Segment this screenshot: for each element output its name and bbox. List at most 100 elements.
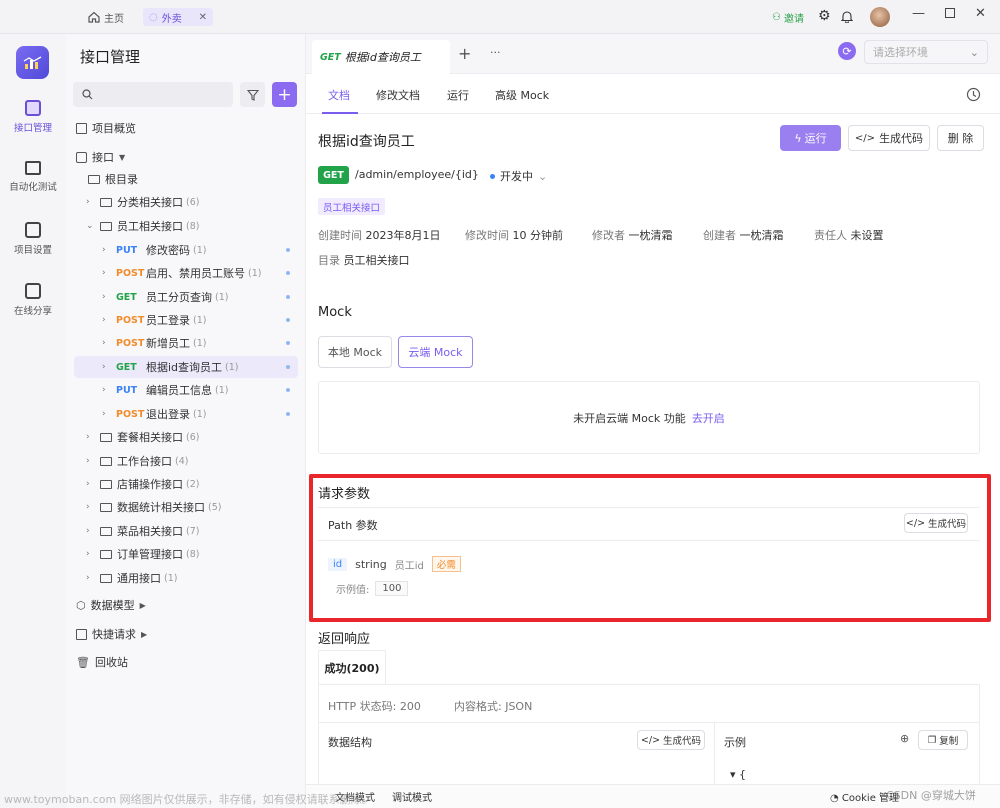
tree-count: (1) — [225, 361, 239, 373]
tree-folder[interactable]: › 工作台接口 (4) — [86, 450, 312, 472]
chevron-right-icon: › — [86, 432, 90, 442]
tree-endpoint-selected[interactable]: › GET 根据id查询员工 (1) — [74, 356, 298, 378]
request-generate-code-button[interactable]: </> 生成代码 — [904, 513, 968, 533]
tab-indicator — [322, 112, 358, 114]
tab-advanced-mock[interactable]: 高级 Mock — [495, 87, 549, 103]
tree-endpoint[interactable]: › GET 员工分页查询 (1) — [102, 286, 298, 308]
endpoint-name: 修改密码 — [146, 244, 190, 257]
tree-folder[interactable]: › 套餐相关接口 (6) — [86, 426, 312, 448]
tree-folder[interactable]: › 菜品相关接口 (7) — [86, 520, 312, 542]
add-button[interactable]: + — [272, 82, 297, 107]
chevron-right-icon: › — [102, 362, 106, 372]
caret-right-icon: ▶ — [141, 629, 148, 639]
home-tab[interactable]: 主页 — [88, 8, 124, 26]
env-refresh-icon[interactable]: ⟳ — [838, 42, 856, 60]
tree-count: (1) — [215, 384, 229, 396]
sidebar-item-data-model[interactable]: ⬡ 数据模型 ▶ — [76, 594, 302, 616]
env-select[interactable]: 请选择环境 ⌄ — [864, 40, 988, 64]
rail-item-share[interactable]: 在线分享 — [0, 283, 66, 317]
tab-edit-doc[interactable]: 修改文档 — [376, 87, 420, 103]
close-window-icon[interactable]: ✕ — [975, 6, 986, 21]
tab-run[interactable]: 运行 — [447, 87, 469, 103]
history-icon[interactable] — [966, 87, 981, 102]
method-badge: POST — [116, 267, 145, 279]
creator-meta: 创建者 一枕清霜 — [703, 229, 784, 242]
folder-icon — [100, 197, 112, 207]
response-generate-code-button[interactable]: </> 生成代码 — [637, 730, 705, 750]
rail-item-automation[interactable]: 自动化测试 — [0, 161, 66, 193]
expand-icon[interactable]: ⊕ — [900, 732, 909, 745]
left-rail: 接口管理 自动化测试 项目设置 在线分享 — [0, 34, 66, 808]
divider — [318, 722, 980, 723]
enable-mock-link[interactable]: 去开启 — [692, 410, 725, 426]
project-tab[interactable]: ◌ 外卖 ✕ — [143, 8, 213, 26]
more-icon[interactable]: ··· — [490, 46, 501, 59]
tab-success-200[interactable]: 成功(200) — [318, 650, 386, 684]
generate-code-label: 生成代码 — [663, 736, 702, 747]
method-badge: PUT — [116, 244, 138, 256]
sidebar-item-quick-request[interactable]: 快捷请求 ▶ — [76, 623, 302, 645]
generate-code-button[interactable]: </> 生成代码 — [848, 125, 930, 151]
close-icon[interactable]: ✕ — [199, 12, 207, 23]
mock-notice: 未开启云端 Mock 功能 去开启 — [318, 381, 980, 454]
minimize-icon[interactable]: — — [912, 6, 925, 21]
tag-badge: 员工相关接口 — [318, 198, 386, 215]
sidebar-item-label: 接口 — [92, 151, 114, 164]
filter-button[interactable] — [240, 82, 265, 107]
tree-endpoint[interactable]: › POST 退出登录 (1) — [102, 403, 298, 425]
chevron-right-icon: › — [86, 502, 90, 512]
gear-icon[interactable]: ⚙ — [818, 8, 831, 24]
sidebar-item-label: 数据模型 — [90, 599, 135, 612]
tree-folder-label: 通用接口 — [117, 572, 161, 585]
tree-folder-label: 员工相关接口 — [117, 220, 183, 233]
tree-folder-label: 店铺操作接口 — [117, 478, 183, 491]
avatar[interactable] — [870, 7, 890, 27]
example-value: 100 — [375, 581, 409, 596]
doc-tab-active[interactable]: GET 根据id查询员工 — [312, 40, 450, 74]
tree-folder[interactable]: › 订单管理接口 (8) — [86, 543, 312, 565]
tree-folder[interactable]: › 店铺操作接口 (2) — [86, 473, 312, 495]
status-dot — [286, 412, 290, 416]
chevron-right-icon: › — [86, 456, 90, 466]
tree-folder[interactable]: › 数据统计相关接口 (5) — [86, 496, 312, 518]
search-input[interactable] — [73, 82, 233, 107]
debug-mode-button[interactable]: 调试模式 — [392, 789, 432, 804]
tree-folder[interactable]: › 通用接口 (1) — [86, 567, 312, 589]
sidebar-item-api[interactable]: 接口 ▼ — [76, 146, 302, 168]
rail-item-settings[interactable]: 项目设置 — [0, 222, 66, 256]
sidebar-item-overview[interactable]: 项目概览 — [76, 117, 302, 139]
rail-item-label: 接口管理 — [13, 123, 52, 134]
maximize-icon[interactable] — [945, 8, 955, 18]
tree-folder-root[interactable]: 根目录 — [88, 168, 314, 190]
filter-icon — [246, 89, 259, 101]
home-tab-label: 主页 — [104, 13, 124, 25]
rail-item-api[interactable]: 接口管理 — [0, 100, 66, 134]
copy-button[interactable]: ❐ 复制 — [918, 730, 968, 750]
dir-meta: 目录 员工相关接口 — [318, 254, 410, 267]
method-badge: GET — [320, 51, 341, 63]
status-dot — [286, 388, 290, 392]
tab-doc[interactable]: 文档 — [328, 87, 350, 103]
tree-endpoint[interactable]: › PUT 修改密码 (1) — [102, 239, 298, 261]
bell-icon[interactable] — [841, 10, 853, 23]
tree-count: (6) — [186, 431, 200, 443]
cloud-mock-button[interactable]: 云端 Mock — [398, 336, 473, 368]
tree-endpoint[interactable]: › PUT 编辑员工信息 (1) — [102, 379, 298, 401]
run-button[interactable]: ϟ 运行 — [780, 125, 841, 151]
chevron-right-icon: › — [86, 573, 90, 583]
search-icon — [82, 89, 93, 100]
folder-icon — [100, 549, 112, 559]
tree-endpoint[interactable]: › POST 员工登录 (1) — [102, 309, 298, 331]
status-select[interactable]: 开发中 ⌄ — [490, 168, 547, 184]
local-mock-button[interactable]: 本地 Mock — [318, 336, 392, 368]
tree-folder[interactable]: › 分类相关接口 (6) — [86, 191, 312, 213]
tree-folder[interactable]: ⌄ 员工相关接口 (8) — [86, 215, 312, 237]
sidebar-item-recycle[interactable]: 🗑 回收站 — [76, 651, 302, 673]
delete-button[interactable]: 删 除 — [937, 125, 984, 151]
request-params-title: 请求参数 — [318, 487, 371, 502]
new-tab-icon[interactable]: + — [458, 44, 471, 63]
tree-endpoint[interactable]: › POST 新增员工 (1) — [102, 332, 298, 354]
tree-endpoint[interactable]: › POST 启用、禁用员工账号 (1) — [102, 262, 298, 284]
status-dot — [490, 173, 495, 179]
invite-button[interactable]: ⚇ 邀请 — [772, 10, 804, 25]
